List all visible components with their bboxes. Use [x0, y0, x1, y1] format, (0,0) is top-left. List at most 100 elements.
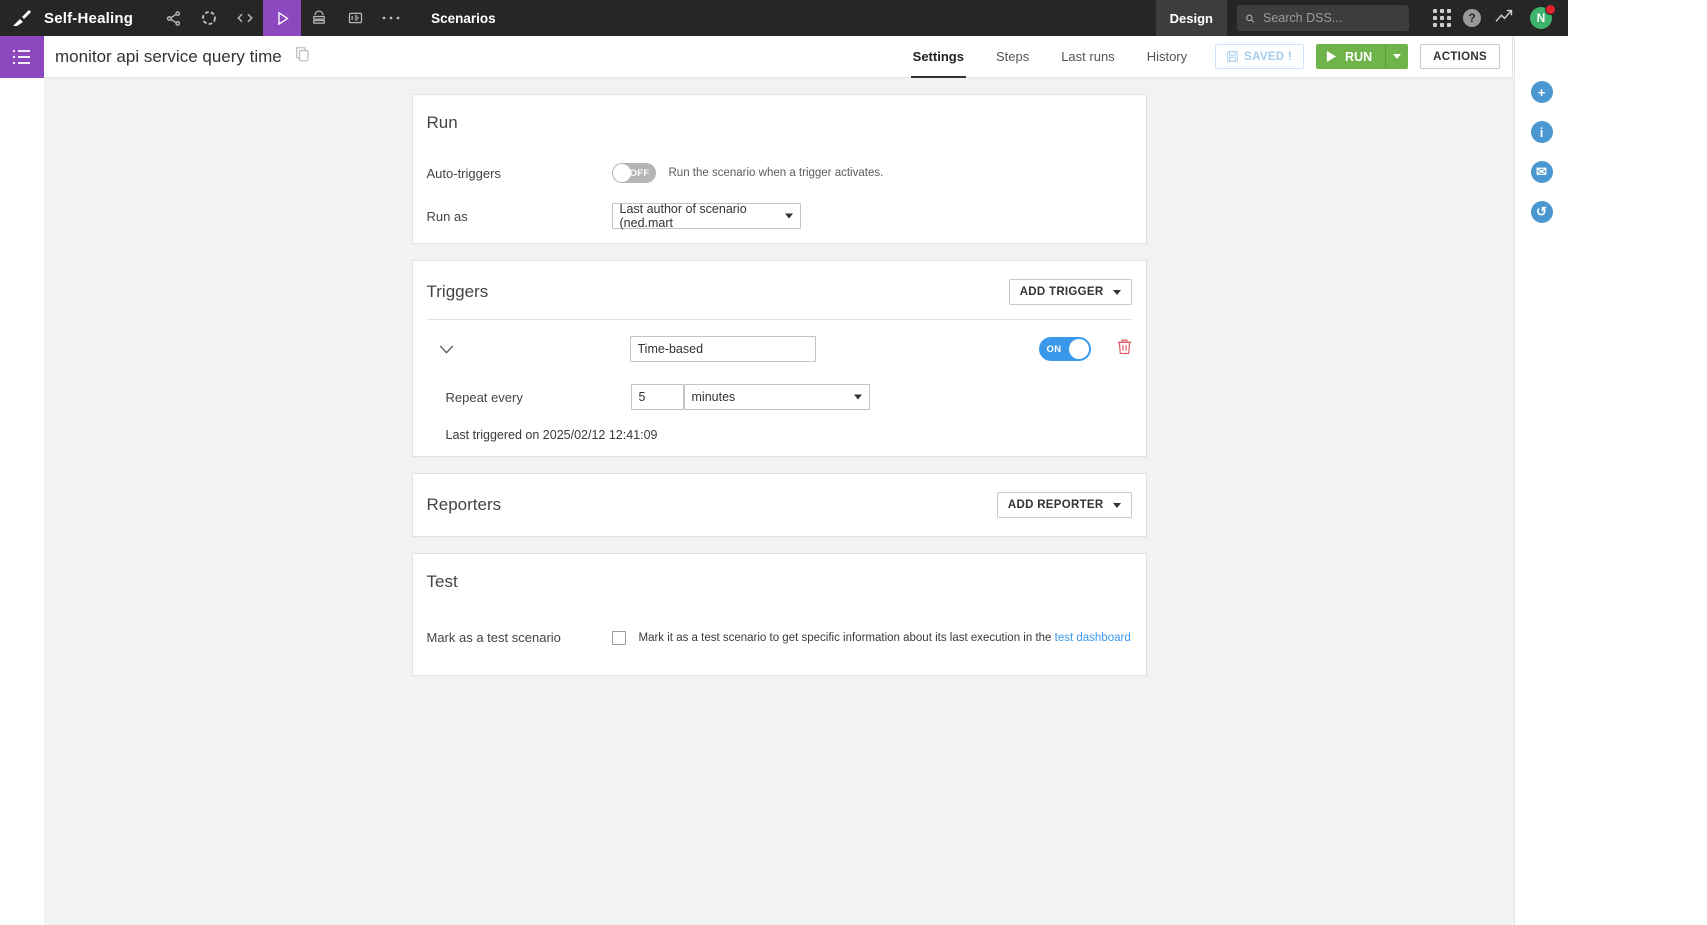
- chevron-down-icon: [439, 345, 454, 354]
- nav-section-title: Scenarios: [431, 11, 496, 26]
- test-scenario-hint-text: Mark it as a test scenario to get specif…: [639, 632, 1052, 644]
- run-options-dropdown[interactable]: [1385, 44, 1408, 69]
- last-triggered-text: Last triggered on 2025/02/12 12:41:09: [427, 428, 1132, 442]
- scenario-tabs: Settings Steps Last runs History SAVED !…: [897, 36, 1568, 78]
- actions-button[interactable]: ACTIONS: [1420, 44, 1500, 69]
- repeat-every-row: Repeat every minutes: [427, 384, 1132, 410]
- add-icon[interactable]: +: [1531, 81, 1553, 103]
- help-icon[interactable]: ?: [1463, 9, 1481, 27]
- topnav-right-group: Design ? N: [1156, 0, 1568, 36]
- reporters-card: Reporters ADD REPORTER: [412, 473, 1147, 537]
- trend-arrow-icon[interactable]: [1495, 9, 1514, 28]
- jobs-icon[interactable]: [301, 0, 337, 36]
- more-ellipsis-icon[interactable]: [373, 0, 409, 36]
- dashboard-icon[interactable]: [337, 0, 373, 36]
- discussions-icon[interactable]: ✉: [1531, 161, 1553, 183]
- scenario-header: monitor api service query time Settings …: [0, 36, 1568, 78]
- divider: [427, 319, 1132, 320]
- triggers-card: Triggers ADD TRIGGER ON: [412, 260, 1147, 457]
- trigger-controls: ON: [1039, 337, 1132, 361]
- toggle-knob: [1069, 339, 1089, 359]
- run-card-header: Run: [427, 113, 1132, 133]
- test-scenario-row: Mark as a test scenario Mark it as a tes…: [427, 630, 1132, 645]
- triggers-card-title: Triggers: [427, 282, 489, 302]
- repeat-unit-select[interactable]: minutes: [684, 384, 870, 410]
- saved-indicator-button[interactable]: SAVED !: [1215, 44, 1304, 69]
- auto-triggers-label: Auto-triggers: [427, 166, 612, 181]
- trigger-name-wrap: [630, 336, 816, 362]
- info-icon[interactable]: i: [1531, 121, 1553, 143]
- settings-body: Run Auto-triggers OFF Run the scenario w…: [44, 78, 1514, 925]
- trigger-row: ON: [427, 336, 1132, 362]
- chevron-down-icon: [785, 214, 793, 219]
- test-dashboard-link[interactable]: test dashboard: [1055, 632, 1131, 644]
- tab-steps[interactable]: Steps: [980, 36, 1045, 78]
- play-icon: [1326, 51, 1337, 62]
- saved-label: SAVED !: [1244, 51, 1292, 63]
- test-scenario-hint: Mark it as a test scenario to get specif…: [639, 632, 1131, 644]
- settings-column: Run Auto-triggers OFF Run the scenario w…: [412, 78, 1147, 676]
- test-card-title: Test: [427, 572, 458, 592]
- nav-section-label: Scenarios: [431, 11, 496, 26]
- dataiku-logo-icon[interactable]: [0, 0, 44, 36]
- repeat-every-label: Repeat every: [427, 390, 631, 405]
- notification-badge: [1545, 4, 1556, 15]
- tab-history[interactable]: History: [1131, 36, 1203, 78]
- tab-last-runs[interactable]: Last runs: [1045, 36, 1130, 78]
- reporters-card-header: Reporters ADD REPORTER: [427, 492, 1132, 518]
- scenarios-play-icon[interactable]: [263, 0, 301, 36]
- hamburger-list-icon[interactable]: [0, 36, 44, 78]
- avatar[interactable]: N: [1530, 7, 1552, 29]
- lab-icon[interactable]: [191, 0, 227, 36]
- add-reporter-button[interactable]: ADD REPORTER: [997, 492, 1132, 518]
- reporters-card-title: Reporters: [427, 495, 502, 515]
- auto-triggers-toggle[interactable]: OFF: [612, 163, 656, 183]
- run-as-label: Run as: [427, 209, 612, 224]
- chevron-down-icon: [854, 395, 862, 400]
- floppy-save-icon: [1227, 51, 1238, 62]
- add-reporter-label: ADD REPORTER: [1008, 499, 1104, 511]
- trigger-name-input[interactable]: [630, 336, 816, 362]
- trigger-enabled-toggle[interactable]: ON: [1039, 337, 1091, 361]
- search-input[interactable]: [1261, 10, 1401, 26]
- right-rail: + i ✉ ↺: [1514, 36, 1568, 925]
- search-box[interactable]: [1237, 5, 1409, 31]
- test-card: Test Mark as a test scenario Mark it as …: [412, 553, 1147, 676]
- add-trigger-button[interactable]: ADD TRIGGER: [1009, 279, 1132, 305]
- top-navigation-bar: Self-Healing Scenarios Design: [0, 0, 1568, 36]
- run-card-title: Run: [427, 113, 458, 133]
- run-as-select[interactable]: Last author of scenario (ned.mart: [612, 203, 801, 229]
- copy-icon[interactable]: [296, 47, 309, 67]
- page-title: monitor api service query time: [55, 47, 282, 67]
- tab-settings[interactable]: Settings: [897, 36, 980, 78]
- repeat-unit-value: minutes: [692, 390, 736, 404]
- run-label: RUN: [1345, 50, 1372, 64]
- add-trigger-label: ADD TRIGGER: [1020, 286, 1104, 298]
- test-scenario-label: Mark as a test scenario: [427, 630, 612, 645]
- repeat-value-input[interactable]: [631, 384, 684, 410]
- triggers-card-header: Triggers ADD TRIGGER: [427, 279, 1132, 305]
- project-name[interactable]: Self-Healing: [44, 10, 133, 27]
- run-as-value: Last author of scenario (ned.mart: [620, 202, 778, 230]
- run-button[interactable]: RUN: [1316, 44, 1385, 69]
- search-icon: [1245, 12, 1255, 25]
- toggle-knob: [613, 164, 631, 182]
- auto-triggers-row: Auto-triggers OFF Run the scenario when …: [427, 163, 1132, 183]
- history-clock-icon[interactable]: ↺: [1531, 201, 1553, 223]
- flow-share-icon[interactable]: [155, 0, 191, 36]
- test-scenario-checkbox[interactable]: [612, 631, 626, 645]
- design-mode-button[interactable]: Design: [1156, 0, 1227, 36]
- code-icon[interactable]: [227, 0, 263, 36]
- chevron-down-icon: [1113, 290, 1121, 295]
- trigger-expand-toggle[interactable]: [427, 345, 463, 354]
- test-card-header: Test: [427, 572, 1132, 592]
- trigger-state: ON: [1047, 344, 1062, 355]
- run-card: Run Auto-triggers OFF Run the scenario w…: [412, 94, 1147, 244]
- auto-triggers-hint: Run the scenario when a trigger activate…: [669, 167, 884, 179]
- chevron-down-icon: [1113, 503, 1121, 508]
- avatar-initial: N: [1537, 11, 1546, 25]
- trash-icon[interactable]: [1117, 338, 1132, 360]
- run-as-row: Run as Last author of scenario (ned.mart: [427, 203, 1132, 229]
- chevron-down-icon: [1393, 54, 1401, 59]
- apps-grid-icon[interactable]: [1433, 9, 1451, 27]
